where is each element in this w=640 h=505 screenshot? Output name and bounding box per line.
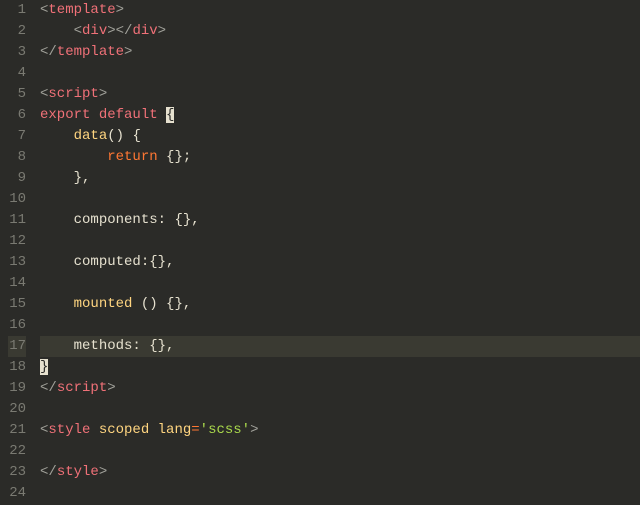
line-number: 9	[8, 168, 26, 189]
line-number: 12	[8, 231, 26, 252]
code-line-active: methods: {},	[40, 336, 640, 357]
code-line: components: {},	[40, 210, 640, 231]
code-line: computed:{},	[40, 252, 640, 273]
code-line	[40, 483, 640, 504]
code-line	[40, 399, 640, 420]
line-number: 6	[8, 105, 26, 126]
code-line: return {};	[40, 147, 640, 168]
line-number: 24	[8, 483, 26, 504]
code-editor[interactable]: 1 2 3 4 5 6 7 8 9 10 11 12 13 14 15 16 1…	[0, 0, 640, 505]
line-number: 10	[8, 189, 26, 210]
line-number: 18	[8, 357, 26, 378]
line-number: 4	[8, 63, 26, 84]
code-line: <style scoped lang='scss'>	[40, 420, 640, 441]
code-line: <script>	[40, 84, 640, 105]
code-line	[40, 63, 640, 84]
line-number: 19	[8, 378, 26, 399]
line-number: 22	[8, 441, 26, 462]
line-number: 5	[8, 84, 26, 105]
line-number: 2	[8, 21, 26, 42]
line-number: 7	[8, 126, 26, 147]
code-line: </style>	[40, 462, 640, 483]
line-number: 3	[8, 42, 26, 63]
code-line	[40, 231, 640, 252]
line-number: 20	[8, 399, 26, 420]
code-line: export default {	[40, 105, 640, 126]
line-number: 11	[8, 210, 26, 231]
code-line: mounted () {},	[40, 294, 640, 315]
line-number: 16	[8, 315, 26, 336]
code-line: <template>	[40, 0, 640, 21]
line-number: 8	[8, 147, 26, 168]
code-line	[40, 273, 640, 294]
line-number: 14	[8, 273, 26, 294]
line-number: 23	[8, 462, 26, 483]
code-line	[40, 315, 640, 336]
code-line	[40, 441, 640, 462]
line-number: 17	[8, 336, 26, 357]
line-number: 15	[8, 294, 26, 315]
code-line: </script>	[40, 378, 640, 399]
line-number: 13	[8, 252, 26, 273]
code-line	[40, 189, 640, 210]
code-line: data() {	[40, 126, 640, 147]
code-line: </template>	[40, 42, 640, 63]
code-line: <div></div>	[40, 21, 640, 42]
code-area[interactable]: <template> <div></div> </template> <scri…	[40, 0, 640, 505]
code-line: }	[40, 357, 640, 378]
code-line: },	[40, 168, 640, 189]
line-number: 21	[8, 420, 26, 441]
line-number-gutter: 1 2 3 4 5 6 7 8 9 10 11 12 13 14 15 16 1…	[0, 0, 40, 505]
line-number: 1	[8, 0, 26, 21]
